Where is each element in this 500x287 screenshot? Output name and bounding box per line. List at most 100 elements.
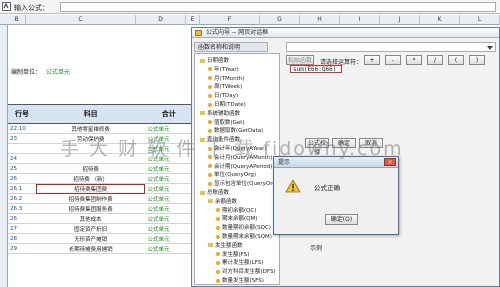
column-header[interactable]: F xyxy=(200,15,260,25)
cell-total[interactable]: 公式单元 xyxy=(145,203,192,214)
expression-field[interactable]: sum(E66:Q66) xyxy=(290,65,342,73)
column-header[interactable]: J xyxy=(380,15,420,25)
tree-item[interactable]: 累计发生额(LFS) xyxy=(216,258,263,266)
tree-item[interactable]: 会计期(QueryAPeriod) xyxy=(208,162,272,170)
paste-function-button[interactable]: 粘贴函数 xyxy=(286,55,314,65)
operator-button[interactable]: + xyxy=(364,55,380,65)
unit-value[interactable]: 公式单元 xyxy=(46,69,70,76)
tree-item[interactable]: 数量期末余额(SQM) xyxy=(216,232,272,240)
tree-item[interactable]: 期末余额(QM) xyxy=(216,214,257,222)
cell-code[interactable]: 23 xyxy=(8,133,36,144)
tree-item[interactable]: 年(TYear) xyxy=(208,65,239,73)
column-header[interactable]: E xyxy=(186,15,200,25)
cell-code[interactable]: 27 xyxy=(8,223,36,234)
formula-icon[interactable] xyxy=(2,2,11,11)
table-header-row: 行号 科目 合计 xyxy=(8,104,192,124)
function-icon xyxy=(216,225,220,230)
table-row[interactable]: 28 无形资产摊销 公式单元 xyxy=(8,233,192,244)
tree-label: 年(TYear) xyxy=(214,66,239,73)
function-icon xyxy=(216,208,220,213)
cell-code[interactable]: 26.3 xyxy=(8,203,36,214)
cell-code[interactable]: 29 xyxy=(8,243,36,254)
function-icon xyxy=(216,252,220,257)
table-row[interactable]: 25 招待费 公式单元 xyxy=(8,163,192,174)
tree-folder[interactable]: 余额函数 xyxy=(208,197,237,205)
tree-folder[interactable]: 系统辅助函数 xyxy=(200,109,240,117)
table-row[interactable]: 26 其他成本 公式单元 xyxy=(8,213,192,224)
cell-total[interactable]: 公式单元 xyxy=(145,183,192,194)
tree-item[interactable]: 值取数(Get) xyxy=(208,118,245,126)
tree-item[interactable]: 数量期初余额(SQC) xyxy=(216,223,271,231)
cell-code[interactable]: 26 xyxy=(8,213,36,224)
cell-code[interactable] xyxy=(8,143,36,154)
cell-name[interactable]: 固定资产折旧 xyxy=(35,223,146,234)
operator-button[interactable]: / xyxy=(427,55,443,65)
chevron-down-icon[interactable] xyxy=(487,46,493,50)
tree-folder[interactable]: 总账函数 xyxy=(200,188,229,196)
column-header[interactable]: C xyxy=(26,15,136,25)
operator-button[interactable]: ) xyxy=(469,55,485,65)
table-row[interactable]: 26.3 招待费集团服务费 公式单元 xyxy=(8,203,192,214)
cell-code[interactable]: 26.1 xyxy=(8,183,36,194)
tree-label: 余额函数 xyxy=(215,198,238,205)
folder-icon xyxy=(200,111,205,116)
tree-item[interactable]: 日(TDay) xyxy=(208,91,238,99)
table-row[interactable]: 29 长期待摊费用摊销 公式单元 xyxy=(8,243,192,254)
tree-folder[interactable]: 日期函数 xyxy=(200,56,229,64)
table-row[interactable]: 26 招待费 （新） 公式单元 xyxy=(8,173,192,184)
column-header[interactable]: H xyxy=(300,15,340,25)
column-header[interactable]: L xyxy=(460,15,500,25)
table-row[interactable]: 26.1 招待费集团费 公式单元 xyxy=(8,183,192,194)
operator-button[interactable]: ( xyxy=(448,55,464,65)
function-tree[interactable]: 日期函数年(TYear) 月(TMonth) 周(TWeek) 日(TDay) 日期(T… xyxy=(194,53,280,285)
operator-button[interactable]: - xyxy=(385,55,401,65)
table-row[interactable]: 26.2 招待费集团制作费 公式单元 xyxy=(8,193,192,204)
tree-item[interactable]: 发生额(FS) xyxy=(216,250,249,258)
table-row[interactable]: 27 固定资产折旧 公式单元 xyxy=(8,223,192,234)
cell-total[interactable]: 公式单元 xyxy=(145,213,192,224)
cell-total[interactable]: 公式单元 xyxy=(145,173,192,184)
formula-input[interactable] xyxy=(60,2,496,12)
tree-item[interactable]: 显示包含单位(QueryOrgs) xyxy=(208,179,279,187)
cell-total[interactable]: 公式单元 xyxy=(145,233,192,244)
tree-item[interactable]: 期初余额(QC) xyxy=(216,206,256,214)
cell-total[interactable]: 公式单元 xyxy=(145,193,192,204)
tree-item[interactable]: 对方科目发生额(DFS) xyxy=(216,267,276,275)
cell-name[interactable]: 招待费 （新） xyxy=(35,173,146,184)
column-header[interactable]: D xyxy=(136,15,186,25)
tree-folder[interactable]: 发生额函数 xyxy=(208,241,243,249)
cell-name[interactable]: 招待费 xyxy=(35,163,146,174)
column-header[interactable]: K xyxy=(420,15,460,25)
tree-label: 期末余额(QM) xyxy=(222,216,258,223)
function-icon xyxy=(208,102,212,107)
operator-button[interactable]: * xyxy=(406,55,422,65)
cell-name[interactable]: 其他成本 xyxy=(35,213,146,224)
cell-code[interactable]: 28 xyxy=(8,233,36,244)
cell-name[interactable]: 无形资产摊销 xyxy=(35,233,146,244)
cell-code[interactable]: 26 xyxy=(8,173,36,184)
tree-item[interactable]: 单位(QueryOrg) xyxy=(208,170,256,178)
column-header[interactable]: B xyxy=(8,15,26,25)
table-row[interactable]: 22.10 其他零星维修费 公式单元 xyxy=(8,123,192,134)
cell-total[interactable]: 公式单元 xyxy=(145,223,192,234)
cell-name[interactable]: 招待费集团费 xyxy=(35,183,146,194)
cell-total[interactable]: 公式单元 xyxy=(145,243,192,254)
alert-ok-button[interactable]: 确定(O) xyxy=(325,214,358,225)
tree-item[interactable]: 数量发生额(SFS) xyxy=(216,276,264,284)
tree-item[interactable]: 周(TWeek) xyxy=(208,82,242,90)
tree-item[interactable]: 月(TMonth) xyxy=(208,74,244,82)
cell-name[interactable]: 招待费集团制作费 xyxy=(35,193,146,204)
cell-name[interactable]: 其他零星维修费 xyxy=(35,123,146,134)
cell-name[interactable]: 长期待摊费用摊销 xyxy=(35,243,146,254)
cell-code[interactable]: 26.2 xyxy=(8,193,36,204)
column-header[interactable]: G xyxy=(260,15,300,25)
cell-code[interactable]: 25 xyxy=(8,163,36,174)
cell-total[interactable]: 公式单元 xyxy=(145,123,192,134)
cell-total[interactable]: 公式单元 xyxy=(145,163,192,174)
function-category-dropdown[interactable] xyxy=(286,42,496,52)
cell-code[interactable]: 24 xyxy=(8,153,36,164)
cell-code[interactable]: 22.10 xyxy=(8,123,36,134)
tree-item[interactable]: 日期(TDate) xyxy=(208,100,246,108)
cell-name[interactable]: 招待费集团服务费 xyxy=(35,203,146,214)
column-header[interactable]: I xyxy=(340,15,380,25)
